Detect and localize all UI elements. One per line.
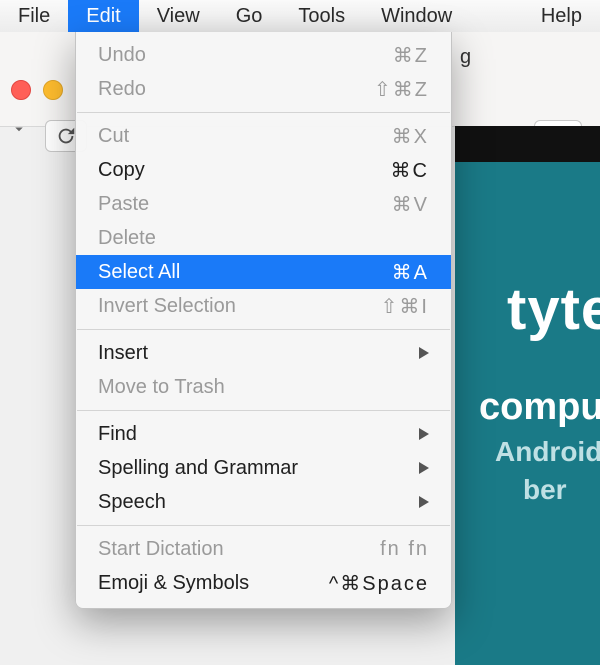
menu-item-label: Copy — [98, 159, 145, 182]
menu-item-shortcut: ⌘Z — [393, 43, 429, 68]
menu-item-shortcut: ^⌘Space — [329, 571, 429, 596]
menu-item-label: Paste — [98, 193, 149, 216]
menu-item-move-to-trash: Move to Trash — [76, 370, 451, 404]
submenu-arrow-icon — [419, 423, 429, 446]
tab-label-fragment: g — [460, 46, 471, 69]
menu-item-shortcut: ⇧⌘Z — [374, 77, 429, 102]
menu-item-label: Select All — [98, 261, 180, 284]
menu-item-speech[interactable]: Speech — [76, 485, 451, 519]
menu-item-label: Delete — [98, 227, 156, 250]
window-traffic-lights — [11, 80, 63, 100]
menubar: File Edit View Go Tools Window Help — [0, 0, 600, 33]
menu-item-paste: Paste ⌘V — [76, 187, 451, 221]
menu-item-label: Find — [98, 423, 137, 446]
menu-item-label: Speech — [98, 491, 166, 514]
menu-item-cut: Cut ⌘X — [76, 119, 451, 153]
menu-item-insert[interactable]: Insert — [76, 336, 451, 370]
menu-item-redo: Redo ⇧⌘Z — [76, 72, 451, 106]
menu-item-invert-selection: Invert Selection ⇧⌘I — [76, 289, 451, 323]
submenu-arrow-icon — [419, 457, 429, 480]
menu-item-undo: Undo ⌘Z — [76, 38, 451, 72]
menu-item-shortcut: ⌘V — [392, 192, 429, 217]
submenu-arrow-icon — [419, 491, 429, 514]
phone-sub1-text: compu — [479, 386, 600, 429]
menu-item-shortcut: ⇧⌘I — [381, 294, 429, 319]
menu-item-delete: Delete — [76, 221, 451, 255]
menu-item-label: Start Dictation — [98, 538, 224, 561]
menu-item-copy[interactable]: Copy ⌘C — [76, 153, 451, 187]
window-minimize-button[interactable] — [43, 80, 63, 100]
menu-item-find[interactable]: Find — [76, 417, 451, 451]
menu-item-start-dictation: Start Dictation fn fn — [76, 532, 451, 566]
menu-item-label: Move to Trash — [98, 376, 225, 399]
window-close-button[interactable] — [11, 80, 31, 100]
refresh-icon — [55, 125, 77, 147]
menu-window[interactable]: Window — [363, 0, 470, 32]
menu-item-label: Spelling and Grammar — [98, 457, 298, 480]
preview-phone: 40% 5 tyte compu Android ber — [455, 126, 600, 665]
submenu-arrow-icon — [419, 342, 429, 365]
menu-separator — [77, 112, 450, 113]
menu-tools[interactable]: Tools — [280, 0, 363, 32]
menu-item-label: Redo — [98, 78, 146, 101]
edit-dropdown-menu: Undo ⌘Z Redo ⇧⌘Z Cut ⌘X Copy ⌘C Paste ⌘V Delete Sel… — [75, 32, 452, 609]
menu-separator — [77, 329, 450, 330]
phone-sub3-text: ber — [523, 474, 567, 506]
menu-separator — [77, 410, 450, 411]
menu-separator — [77, 525, 450, 526]
menu-edit[interactable]: Edit — [68, 0, 138, 32]
menu-item-shortcut: ⌘C — [391, 158, 429, 183]
menu-item-spelling-and-grammar[interactable]: Spelling and Grammar — [76, 451, 451, 485]
menu-file[interactable]: File — [0, 0, 68, 32]
menu-go[interactable]: Go — [218, 0, 281, 32]
menu-item-shortcut: ⌘X — [392, 124, 429, 149]
phone-status-bar: 40% 5 — [455, 126, 600, 162]
menu-item-label: Invert Selection — [98, 295, 236, 318]
menu-help[interactable]: Help — [523, 0, 600, 32]
menu-view[interactable]: View — [139, 0, 218, 32]
menu-item-shortcut: ⌘A — [392, 260, 429, 285]
menu-item-label: Emoji & Symbols — [98, 572, 249, 595]
menu-item-label: Insert — [98, 342, 148, 365]
menu-item-label: Undo — [98, 44, 146, 67]
menu-item-select-all[interactable]: Select All ⌘A — [76, 255, 451, 289]
menu-item-label: Cut — [98, 125, 129, 148]
dropdown-toggle[interactable] — [10, 120, 38, 148]
chevron-down-icon — [10, 120, 28, 138]
menu-item-shortcut: fn fn — [380, 538, 429, 561]
phone-sub2-text: Android — [495, 436, 600, 468]
phone-hero-text: tyte — [507, 276, 600, 343]
menu-item-emoji-symbols[interactable]: Emoji & Symbols ^⌘Space — [76, 566, 451, 600]
